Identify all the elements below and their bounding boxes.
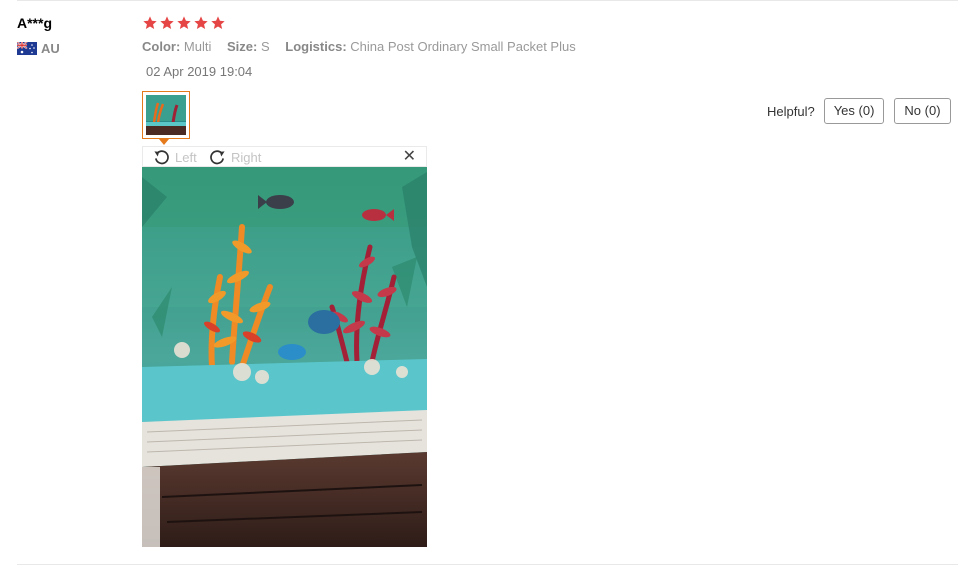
bottom-divider: [17, 564, 958, 565]
rotate-left-label: Left: [175, 150, 197, 165]
country-code: AU: [41, 41, 60, 56]
rotate-left-button[interactable]: Left: [153, 149, 197, 166]
rotate-left-icon: [154, 150, 169, 165]
star-icon: [194, 16, 208, 29]
review-date: 02 Apr 2019 19:04: [146, 64, 253, 79]
review-attributes: Color: Multi Size: S Logistics: China Po…: [142, 39, 576, 54]
star-rating: [142, 15, 226, 31]
color-label: Color:: [142, 39, 181, 54]
photo-viewer: Left Right ✕: [142, 146, 427, 548]
star-icon: [143, 16, 157, 29]
reviewer-name: A***g: [17, 15, 53, 31]
size-value: S: [260, 39, 270, 54]
star-icon: [177, 16, 191, 29]
helpful-label: Helpful?: [767, 103, 815, 119]
aquarium-photo: [142, 167, 427, 547]
helpful-yes-button[interactable]: Yes (0): [823, 98, 885, 124]
australia-flag-icon: [17, 42, 37, 55]
rotate-right-icon: [210, 150, 225, 165]
helpful-vote: Helpful? Yes (0) No (0): [767, 98, 961, 124]
rotate-right-button[interactable]: Right: [209, 149, 261, 166]
close-icon[interactable]: ✕: [403, 148, 416, 166]
color-value: Multi: [183, 39, 212, 54]
star-icon: [211, 16, 225, 29]
aquarium-thumbnail-image: [146, 95, 186, 135]
logistics-label: Logistics:: [285, 39, 347, 54]
rotate-right-label: Right: [231, 150, 262, 165]
reviewer-country: AU: [17, 41, 60, 56]
helpful-no-button[interactable]: No (0): [894, 98, 951, 124]
thumbnail-pointer: [159, 139, 169, 145]
photo-viewer-toolbar: Left Right ✕: [142, 146, 427, 167]
review-photo-thumbnail[interactable]: [142, 91, 190, 139]
logistics-value: China Post Ordinary Small Packet Plus: [350, 39, 576, 54]
top-divider: [17, 0, 958, 1]
star-icon: [160, 16, 174, 29]
size-label: Size:: [226, 39, 258, 54]
